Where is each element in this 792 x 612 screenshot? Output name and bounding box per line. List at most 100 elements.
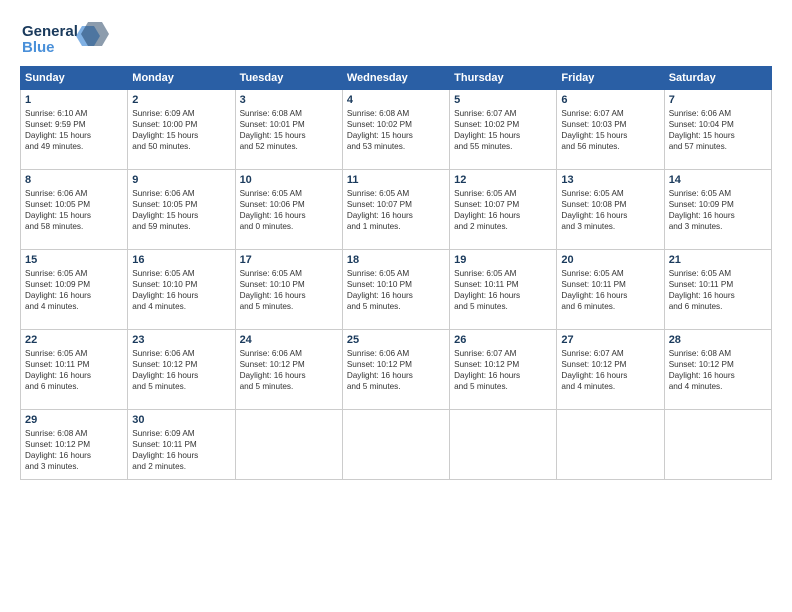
day-number: 6 (561, 94, 659, 106)
day-number: 30 (132, 414, 230, 426)
day-info: Sunrise: 6:05 AM Sunset: 10:07 PM Daylig… (454, 188, 552, 232)
day-info: Sunrise: 6:05 AM Sunset: 10:10 PM Daylig… (240, 268, 338, 312)
calendar-cell (342, 410, 449, 480)
day-number: 27 (561, 334, 659, 346)
day-number: 21 (669, 254, 767, 266)
day-info: Sunrise: 6:05 AM Sunset: 10:09 PM Daylig… (25, 268, 123, 312)
col-header-monday: Monday (128, 67, 235, 90)
day-info: Sunrise: 6:05 AM Sunset: 10:11 PM Daylig… (669, 268, 767, 312)
day-info: Sunrise: 6:05 AM Sunset: 10:07 PM Daylig… (347, 188, 445, 232)
day-number: 2 (132, 94, 230, 106)
day-info: Sunrise: 6:08 AM Sunset: 10:12 PM Daylig… (669, 348, 767, 392)
calendar-cell (664, 410, 771, 480)
logo-svg: General Blue (20, 18, 110, 58)
day-info: Sunrise: 6:06 AM Sunset: 10:04 PM Daylig… (669, 108, 767, 152)
day-info: Sunrise: 6:06 AM Sunset: 10:05 PM Daylig… (25, 188, 123, 232)
calendar-cell: 17 Sunrise: 6:05 AM Sunset: 10:10 PM Day… (235, 250, 342, 330)
calendar-cell: 1 Sunrise: 6:10 AM Sunset: 9:59 PM Dayli… (21, 90, 128, 170)
calendar-cell: 11 Sunrise: 6:05 AM Sunset: 10:07 PM Day… (342, 170, 449, 250)
calendar-cell: 29 Sunrise: 6:08 AM Sunset: 10:12 PM Day… (21, 410, 128, 480)
calendar-cell: 23 Sunrise: 6:06 AM Sunset: 10:12 PM Day… (128, 330, 235, 410)
day-number: 25 (347, 334, 445, 346)
day-number: 11 (347, 174, 445, 186)
day-info: Sunrise: 6:06 AM Sunset: 10:05 PM Daylig… (132, 188, 230, 232)
calendar-cell: 22 Sunrise: 6:05 AM Sunset: 10:11 PM Day… (21, 330, 128, 410)
col-header-wednesday: Wednesday (342, 67, 449, 90)
calendar-table: SundayMondayTuesdayWednesdayThursdayFrid… (20, 66, 772, 480)
day-info: Sunrise: 6:08 AM Sunset: 10:01 PM Daylig… (240, 108, 338, 152)
day-number: 20 (561, 254, 659, 266)
day-number: 10 (240, 174, 338, 186)
svg-text:Blue: Blue (22, 39, 55, 56)
day-info: Sunrise: 6:07 AM Sunset: 10:12 PM Daylig… (561, 348, 659, 392)
day-info: Sunrise: 6:08 AM Sunset: 10:12 PM Daylig… (25, 428, 123, 472)
calendar-cell: 28 Sunrise: 6:08 AM Sunset: 10:12 PM Day… (664, 330, 771, 410)
day-number: 22 (25, 334, 123, 346)
calendar-cell: 20 Sunrise: 6:05 AM Sunset: 10:11 PM Day… (557, 250, 664, 330)
day-info: Sunrise: 6:07 AM Sunset: 10:02 PM Daylig… (454, 108, 552, 152)
day-info: Sunrise: 6:06 AM Sunset: 10:12 PM Daylig… (240, 348, 338, 392)
calendar-cell: 6 Sunrise: 6:07 AM Sunset: 10:03 PM Dayl… (557, 90, 664, 170)
calendar-cell: 9 Sunrise: 6:06 AM Sunset: 10:05 PM Dayl… (128, 170, 235, 250)
day-number: 1 (25, 94, 123, 106)
calendar-cell: 3 Sunrise: 6:08 AM Sunset: 10:01 PM Dayl… (235, 90, 342, 170)
svg-text:General: General (22, 23, 78, 40)
day-number: 16 (132, 254, 230, 266)
day-info: Sunrise: 6:05 AM Sunset: 10:09 PM Daylig… (669, 188, 767, 232)
day-info: Sunrise: 6:09 AM Sunset: 10:00 PM Daylig… (132, 108, 230, 152)
day-info: Sunrise: 6:10 AM Sunset: 9:59 PM Dayligh… (25, 108, 123, 152)
day-info: Sunrise: 6:07 AM Sunset: 10:12 PM Daylig… (454, 348, 552, 392)
calendar-cell: 15 Sunrise: 6:05 AM Sunset: 10:09 PM Day… (21, 250, 128, 330)
day-number: 5 (454, 94, 552, 106)
day-info: Sunrise: 6:05 AM Sunset: 10:11 PM Daylig… (454, 268, 552, 312)
col-header-tuesday: Tuesday (235, 67, 342, 90)
day-info: Sunrise: 6:09 AM Sunset: 10:11 PM Daylig… (132, 428, 230, 472)
logo: General Blue (20, 18, 110, 58)
day-info: Sunrise: 6:05 AM Sunset: 10:10 PM Daylig… (132, 268, 230, 312)
calendar-cell: 2 Sunrise: 6:09 AM Sunset: 10:00 PM Dayl… (128, 90, 235, 170)
calendar-cell: 7 Sunrise: 6:06 AM Sunset: 10:04 PM Dayl… (664, 90, 771, 170)
day-number: 15 (25, 254, 123, 266)
day-number: 9 (132, 174, 230, 186)
calendar-cell: 16 Sunrise: 6:05 AM Sunset: 10:10 PM Day… (128, 250, 235, 330)
day-number: 4 (347, 94, 445, 106)
calendar-cell: 12 Sunrise: 6:05 AM Sunset: 10:07 PM Day… (450, 170, 557, 250)
day-info: Sunrise: 6:06 AM Sunset: 10:12 PM Daylig… (347, 348, 445, 392)
calendar-cell: 5 Sunrise: 6:07 AM Sunset: 10:02 PM Dayl… (450, 90, 557, 170)
calendar-cell (450, 410, 557, 480)
day-number: 3 (240, 94, 338, 106)
col-header-sunday: Sunday (21, 67, 128, 90)
calendar-cell: 26 Sunrise: 6:07 AM Sunset: 10:12 PM Day… (450, 330, 557, 410)
calendar-cell: 24 Sunrise: 6:06 AM Sunset: 10:12 PM Day… (235, 330, 342, 410)
day-info: Sunrise: 6:05 AM Sunset: 10:11 PM Daylig… (561, 268, 659, 312)
day-info: Sunrise: 6:05 AM Sunset: 10:06 PM Daylig… (240, 188, 338, 232)
day-number: 7 (669, 94, 767, 106)
day-number: 12 (454, 174, 552, 186)
calendar-cell: 27 Sunrise: 6:07 AM Sunset: 10:12 PM Day… (557, 330, 664, 410)
day-info: Sunrise: 6:05 AM Sunset: 10:08 PM Daylig… (561, 188, 659, 232)
day-number: 24 (240, 334, 338, 346)
calendar-cell: 13 Sunrise: 6:05 AM Sunset: 10:08 PM Day… (557, 170, 664, 250)
day-info: Sunrise: 6:05 AM Sunset: 10:11 PM Daylig… (25, 348, 123, 392)
day-number: 13 (561, 174, 659, 186)
day-number: 18 (347, 254, 445, 266)
day-number: 28 (669, 334, 767, 346)
day-info: Sunrise: 6:07 AM Sunset: 10:03 PM Daylig… (561, 108, 659, 152)
calendar-cell (557, 410, 664, 480)
day-info: Sunrise: 6:08 AM Sunset: 10:02 PM Daylig… (347, 108, 445, 152)
calendar-cell: 10 Sunrise: 6:05 AM Sunset: 10:06 PM Day… (235, 170, 342, 250)
day-info: Sunrise: 6:06 AM Sunset: 10:12 PM Daylig… (132, 348, 230, 392)
col-header-friday: Friday (557, 67, 664, 90)
calendar-cell: 21 Sunrise: 6:05 AM Sunset: 10:11 PM Day… (664, 250, 771, 330)
day-number: 8 (25, 174, 123, 186)
calendar-cell (235, 410, 342, 480)
calendar-cell: 8 Sunrise: 6:06 AM Sunset: 10:05 PM Dayl… (21, 170, 128, 250)
day-number: 14 (669, 174, 767, 186)
calendar-cell: 30 Sunrise: 6:09 AM Sunset: 10:11 PM Day… (128, 410, 235, 480)
day-info: Sunrise: 6:05 AM Sunset: 10:10 PM Daylig… (347, 268, 445, 312)
calendar-page: General Blue SundayMondayTuesdayWednesda… (0, 0, 792, 612)
col-header-saturday: Saturday (664, 67, 771, 90)
calendar-cell: 4 Sunrise: 6:08 AM Sunset: 10:02 PM Dayl… (342, 90, 449, 170)
day-number: 19 (454, 254, 552, 266)
day-number: 23 (132, 334, 230, 346)
